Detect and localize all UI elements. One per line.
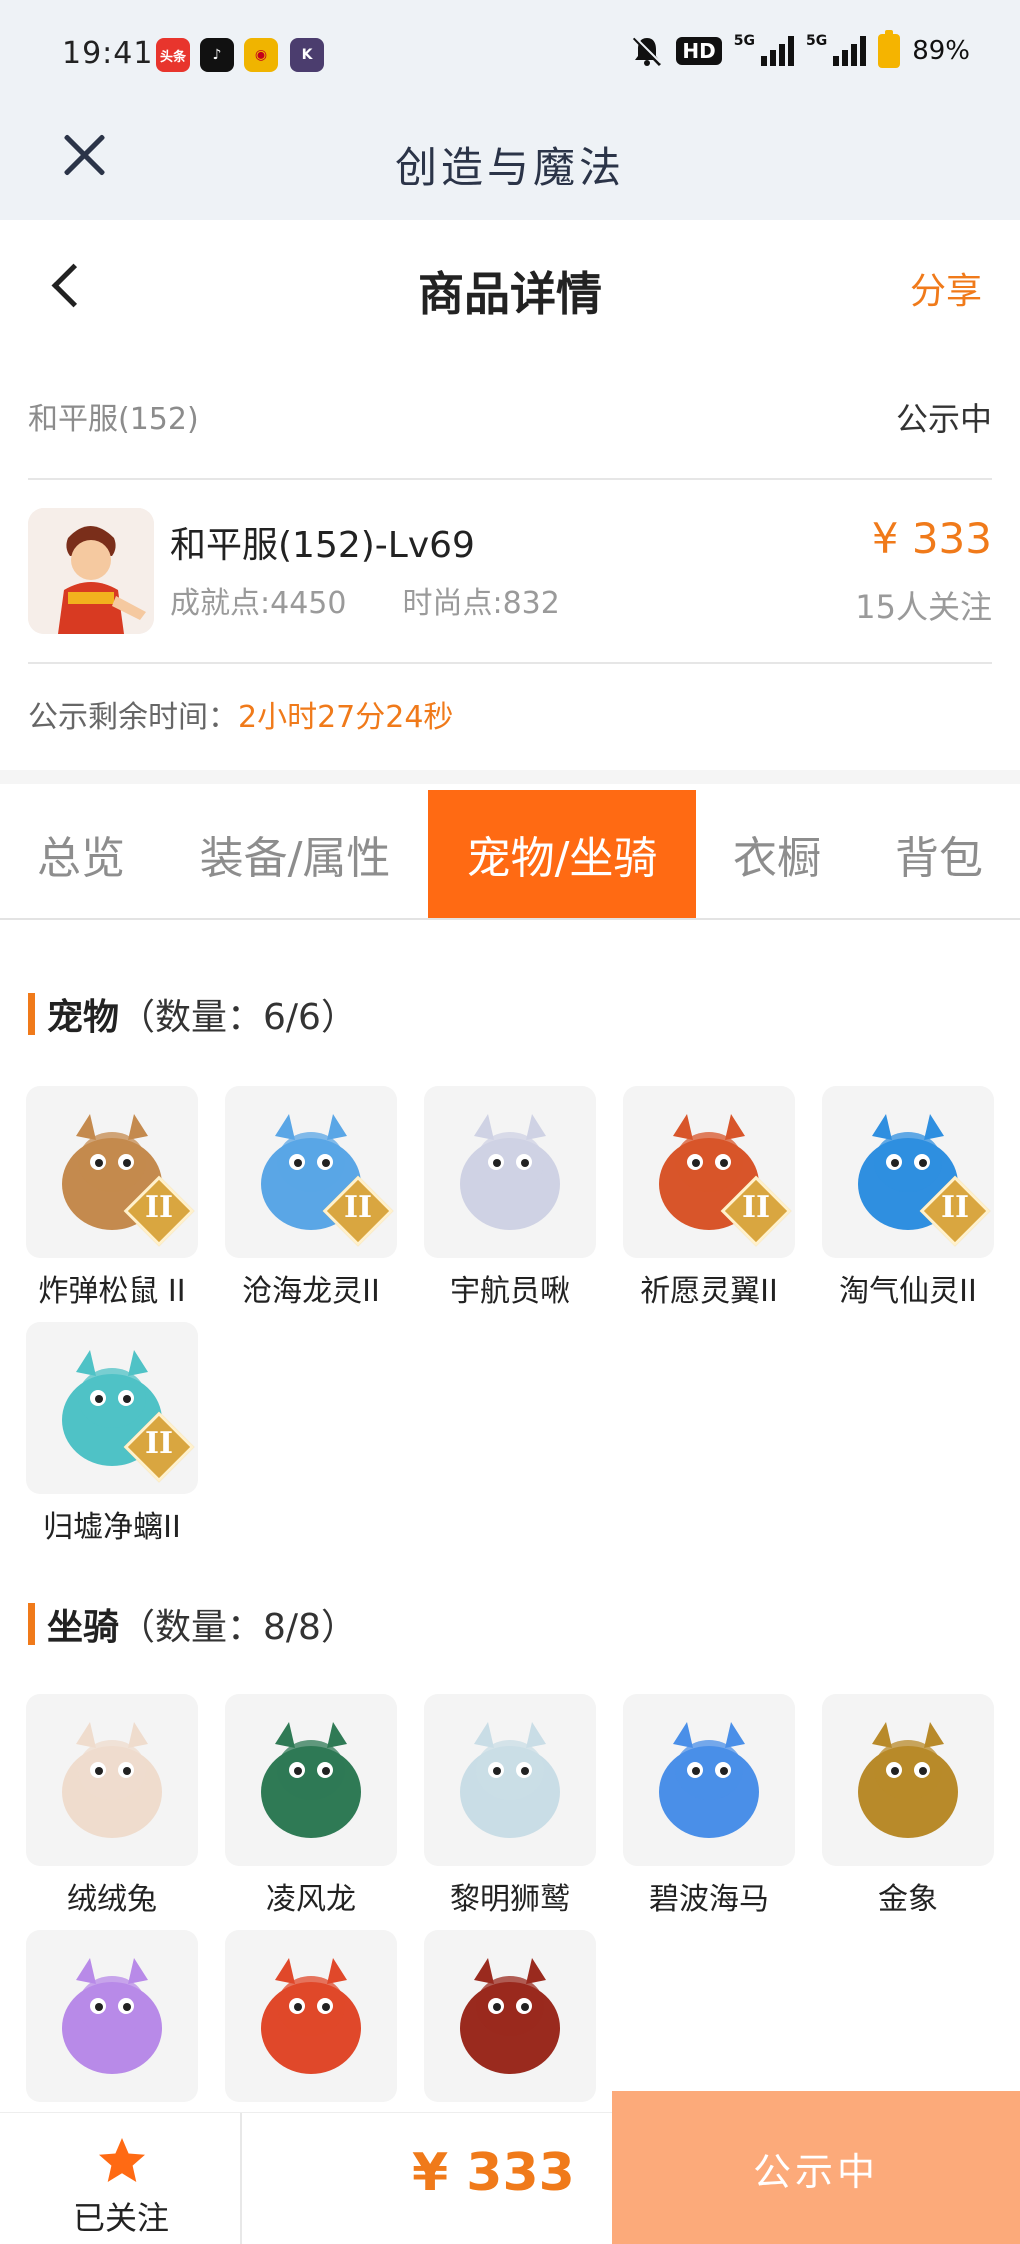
section-accent [28,1603,35,1645]
status-cta-button[interactable]: 公示中 [612,2091,1020,2244]
pet-thumbnail: II [623,1086,795,1258]
mini-program-title: 创造与魔法 [394,143,625,192]
item-summary[interactable]: 和平服(152)-Lv69 成就点:4450 时尚点:832 ¥ 333 15人… [28,482,992,664]
avatar [28,508,154,634]
tier-badge-text: II [343,1190,373,1225]
pets-count: （数量：6/6） [119,997,357,1038]
pet-thumbnail [424,1086,596,1258]
tab-wardrobe[interactable]: 衣橱 [696,790,858,918]
mounts-count: （数量：8/8） [119,1607,357,1648]
pet-name: 宇航员啾 [450,1274,570,1309]
status-right: HD 5G 5G 89% [630,30,970,68]
bottom-price: ¥ 333 [412,2143,575,2203]
item-meta: 成就点:4450 时尚点:832 [170,578,560,622]
mount-name: 金象 [878,1882,938,1917]
pets-title: 宠物 [47,997,120,1038]
remaining-time-label: 公示剩余时间： [28,700,238,735]
achievement-points: 成就点:4450 [170,586,347,621]
status-bar: 19:41 头条 ♪ ◉ K HD 5G 5G 89% [0,0,1020,110]
pet-item[interactable]: II 沧海龙灵II [225,1086,397,1310]
mount-name: 凌风龙 [266,1882,356,1917]
mount-thumbnail [424,1694,596,1866]
mount-thumbnail [822,1694,994,1866]
tier-badge-text: II [741,1190,771,1225]
section-gap [0,770,1020,784]
pet-name: 炸弹松鼠 II [38,1274,186,1309]
mount-thumbnail [225,1930,397,2102]
mount-thumbnail [26,1930,198,2102]
pet-name: 祈愿灵翼II [640,1274,778,1309]
status-badge: 公示中 [895,400,992,438]
mute-bell-icon [633,35,663,67]
pet-item[interactable]: II 淘气仙灵II [822,1086,994,1310]
mini-program-bar: 创造与魔法 [0,110,1020,220]
mounts-title: 坐骑 [47,1607,120,1648]
pet-thumbnail: II [26,1086,198,1258]
mount-item[interactable]: 碧波海马 [623,1694,795,1918]
mount-thumbnail [225,1694,397,1866]
mount-name: 绒绒兔 [67,1882,157,1917]
fashion-points: 时尚点:832 [402,586,560,621]
tab-pets-mounts[interactable]: 宠物/坐骑 [428,790,696,918]
mount-item[interactable]: 绒绒兔 [26,1694,198,1918]
toutiao-icon: 头条 [156,38,190,72]
mount-item[interactable]: 金象 [822,1694,994,1918]
tier-badge-text: II [144,1426,174,1461]
pet-item[interactable]: II 归墟净螭II [26,1322,198,1546]
page-header: 商品详情 分享 [0,220,1020,350]
mount-name: 黎明狮鹫 [450,1882,570,1917]
top-area: 19:41 头条 ♪ ◉ K HD 5G 5G 89% 创造与魔法 [0,0,1020,220]
follower-count: 15人关注 [855,588,992,626]
signal-icon [760,36,794,66]
pet-item[interactable]: II 祈愿灵翼II [623,1086,795,1310]
star-icon [99,2138,145,2182]
mount-item[interactable]: 黎明狮鹫 [424,1694,596,1918]
pet-thumbnail: II [822,1086,994,1258]
item-title: 和平服(152)-Lv69 [170,525,475,566]
k-app-icon: K [290,38,324,72]
item-price: ¥ 333 [871,514,992,563]
mounts-section-title: 坐骑 （数量：8/8） [28,1598,357,1650]
remaining-time: 公示剩余时间：2小时27分24秒 [28,692,453,736]
pets-section-title: 宠物 （数量：6/6） [28,988,357,1040]
tier-badge-text: II [144,1190,174,1225]
mount-name: 碧波海马 [649,1882,769,1917]
follow-button[interactable]: 已关注 [0,2113,242,2244]
pet-name: 归墟净螭II [43,1510,181,1545]
remaining-time-value: 2小时27分24秒 [238,700,454,735]
weibo-icon: ◉ [244,38,278,72]
server-name: 和平服(152) [28,402,199,437]
tab-backpack[interactable]: 背包 [858,790,1020,918]
battery-icon [878,30,901,68]
page-title: 商品详情 [418,267,602,321]
mount-thumbnail [26,1694,198,1866]
bottom-bar: 已关注 ¥ 333 公示中 [0,2091,1020,2244]
pet-name: 淘气仙灵II [839,1274,977,1309]
mount-thumbnail [623,1694,795,1866]
pet-thumbnail: II [225,1086,397,1258]
network-label-1: 5G [733,33,755,49]
pet-name: 沧海龙灵II [242,1274,380,1309]
tab-bar: 总览 装备/属性 宠物/坐骑 衣橱 背包 [0,790,1020,920]
tiktok-icon: ♪ [200,38,234,72]
network-label-2: 5G [805,33,828,49]
status-time: 19:41 [62,36,154,71]
pet-item[interactable]: II 炸弹松鼠 II [26,1086,198,1310]
share-button[interactable]: 分享 [910,262,982,314]
server-row: 和平服(152) 公示中 [28,370,992,480]
battery-level: 89% [912,36,970,66]
section-accent [28,993,35,1035]
pet-item[interactable]: 宇航员啾 [424,1086,596,1310]
tab-overview[interactable]: 总览 [0,790,162,918]
tier-badge-text: II [940,1190,970,1225]
signal-icon-2 [833,36,867,66]
hd-badge: HD [676,37,722,65]
follow-label: 已关注 [72,2199,169,2237]
mount-item[interactable]: 凌风龙 [225,1694,397,1918]
mount-thumbnail [424,1930,596,2102]
tab-equipment[interactable]: 装备/属性 [162,790,428,918]
pet-thumbnail: II [26,1322,198,1494]
